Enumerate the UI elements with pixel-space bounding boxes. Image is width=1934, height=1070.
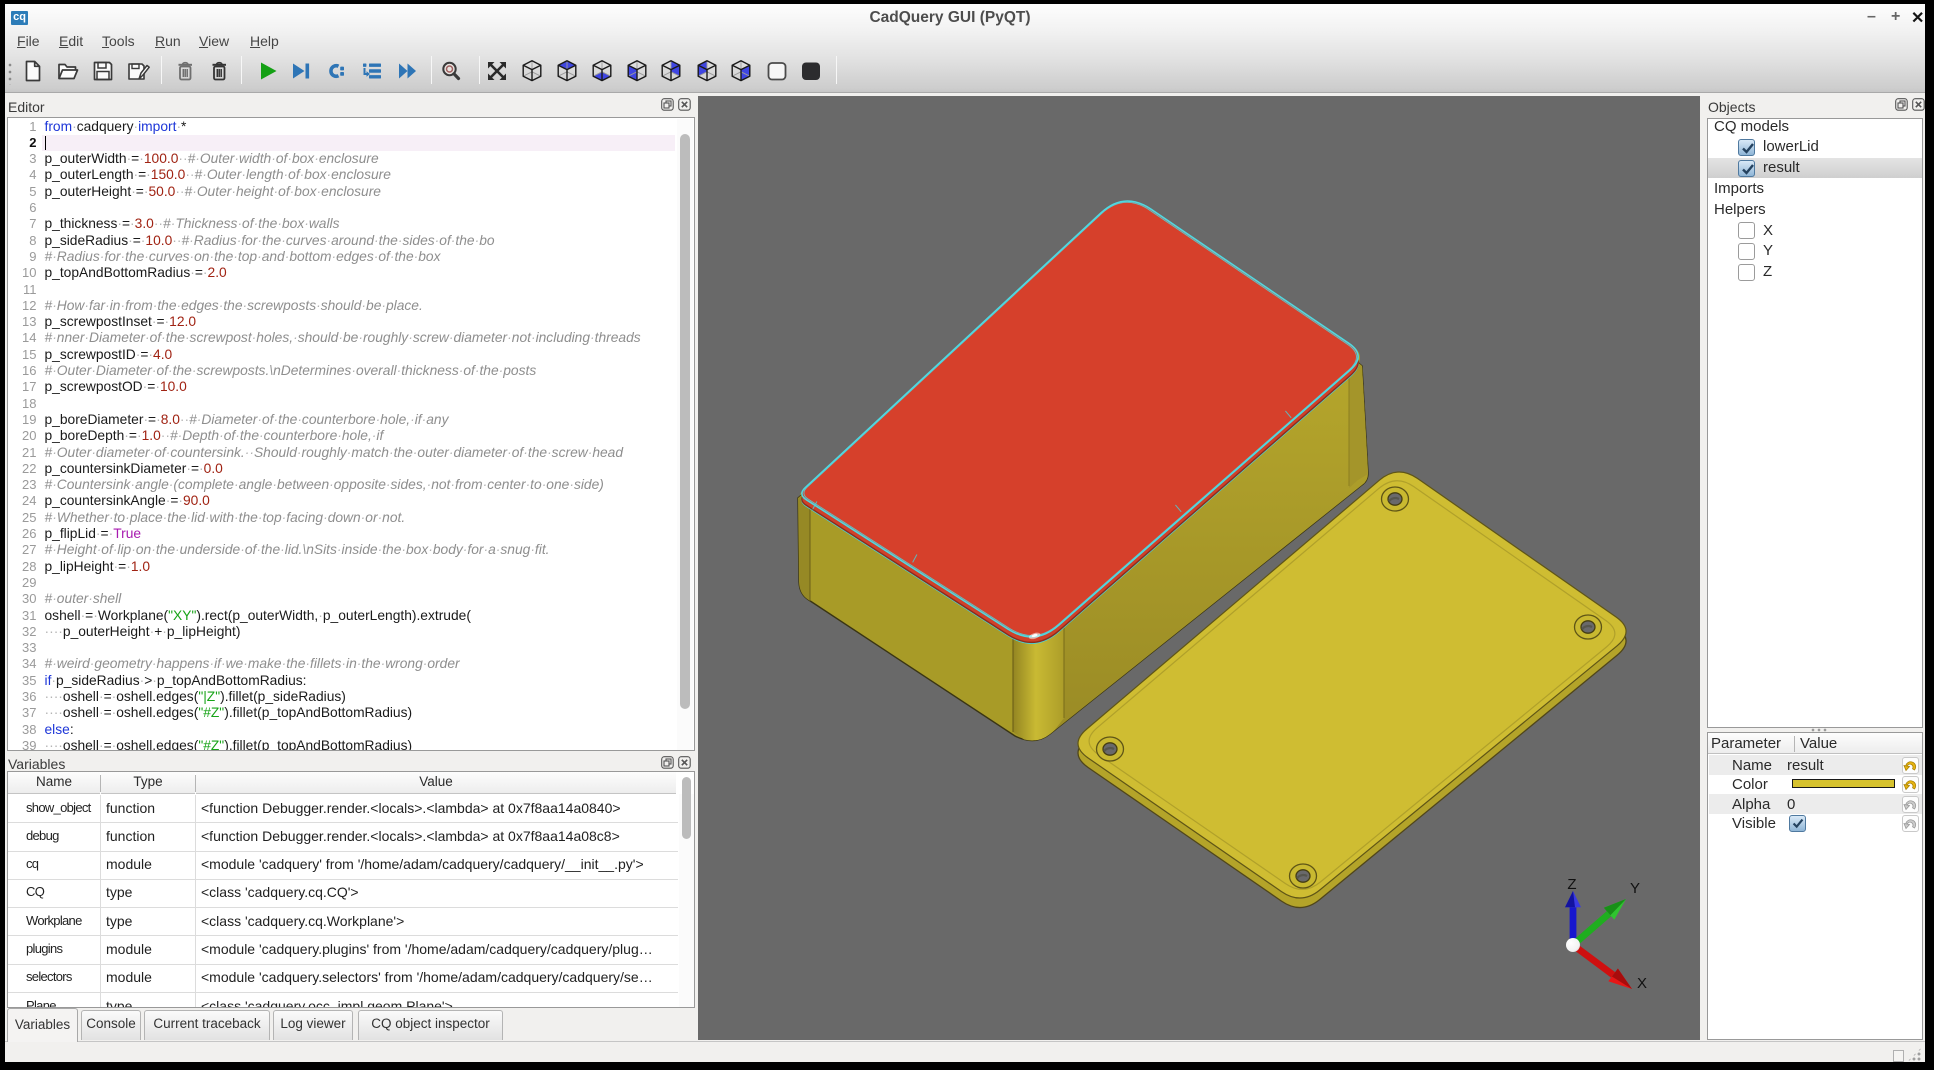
svg-text:X: X	[1637, 975, 1647, 992]
svg-text:Y: Y	[1630, 880, 1640, 897]
svg-text:Z: Z	[1567, 876, 1576, 893]
